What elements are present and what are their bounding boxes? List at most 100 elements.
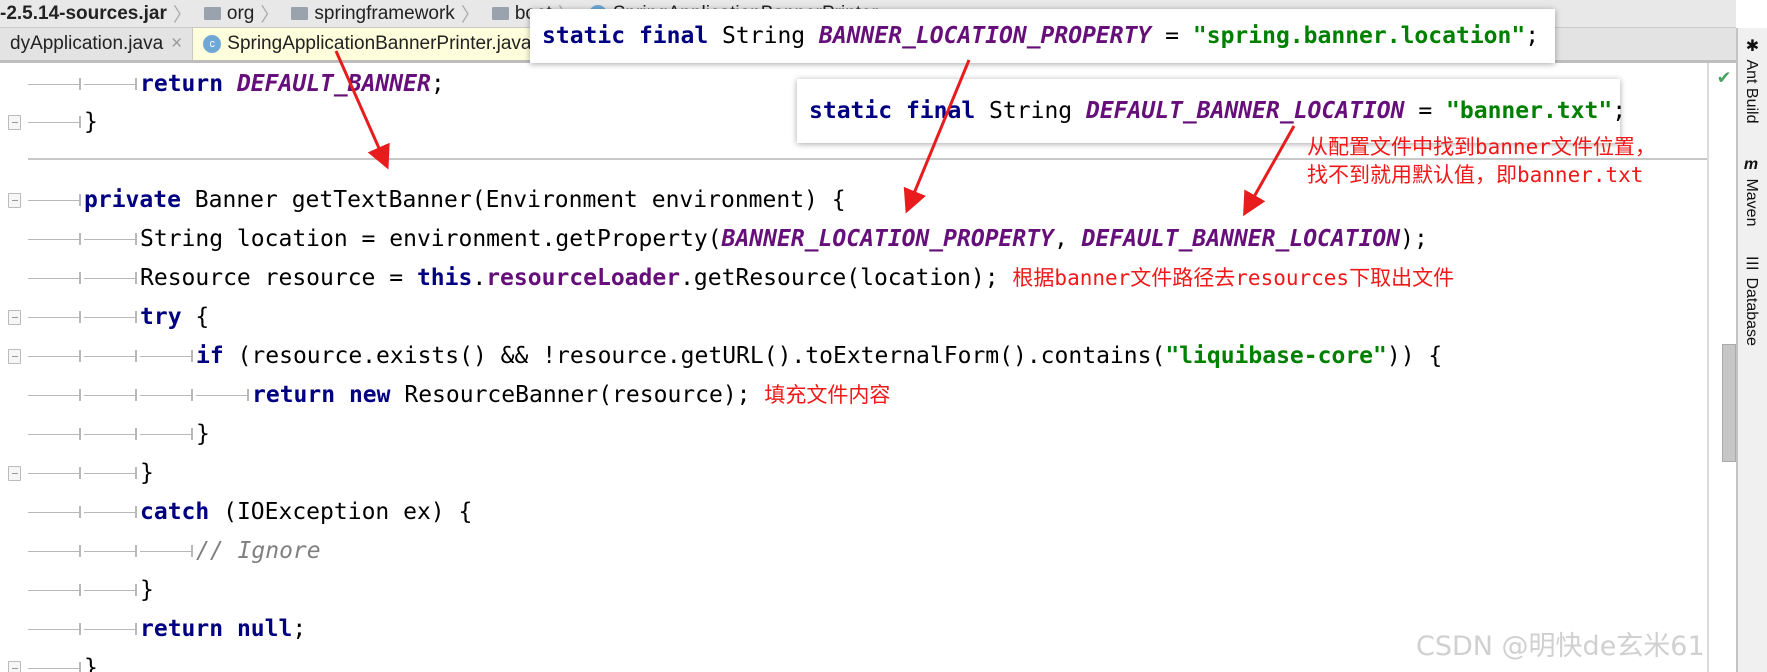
tab-indent-marker [28,415,84,454]
keyword: return [140,71,224,97]
constant: BANNER_LOCATION_PROPERTY [818,23,1152,49]
fold-icon[interactable] [8,349,21,364]
breadcrumb-item-org[interactable]: org 〉 [203,0,285,27]
tab-indent-marker [84,65,140,104]
tab-indent-marker [84,493,140,532]
breadcrumb-label: springframework [314,2,455,24]
keyword: this [416,265,473,291]
tab-indent-marker [84,610,140,649]
fold-icon[interactable] [8,310,21,325]
tool-ant-build[interactable]: ✱ Ant Build [1742,36,1761,124]
keyword: if [196,343,224,369]
code-token: ; [1612,98,1627,124]
folder-icon [491,7,509,20]
code-line[interactable]: private Banner getTextBanner(Environment… [0,181,846,220]
code-token: } [140,577,154,603]
inline-annotation: 填充文件内容 [764,383,891,407]
comment: // Ignore [196,538,321,564]
keyword: static [809,98,893,124]
code-token: ; [1525,23,1540,49]
tab-indent-marker [28,65,84,104]
tab-indent-marker [28,259,84,298]
code-token: String [975,98,1086,124]
gutter [0,649,28,672]
code-line[interactable]: // Ignore [0,532,321,571]
code-token: } [140,460,154,486]
gutter [0,65,28,104]
code-line[interactable]: } [0,103,98,142]
code-token: )) { [1386,343,1443,369]
close-icon[interactable]: × [171,33,182,55]
code-line[interactable]: String location = environment.getPropert… [0,220,1428,259]
gutter [0,493,28,532]
code-token: ; [430,71,445,97]
code-line[interactable]: } [0,415,210,454]
tab-indent-marker [84,220,140,259]
code-line[interactable]: return null; [0,610,306,649]
code-line[interactable]: return DEFAULT_BANNER; [0,65,445,104]
tab-indent-marker [84,259,140,298]
code-token: = [1404,98,1447,124]
gutter [0,103,28,142]
fold-icon[interactable] [8,115,21,130]
tab-indent-marker [28,493,84,532]
code-line[interactable]: if (resource.exists() && !resource.getUR… [0,337,1442,376]
tab-indent-marker [28,649,84,672]
tab-indent-marker [140,415,196,454]
fold-icon[interactable] [8,466,21,481]
keyword: null [236,616,293,642]
code-line[interactable]: catch (IOException ex) { [0,493,472,532]
code-token: ); [1400,226,1428,252]
tool-database[interactable]: ☰ Database [1742,254,1761,346]
tab-indent-marker [140,532,196,571]
right-margin-guide [1707,63,1709,672]
keyword: try [140,304,182,330]
code-line[interactable]: return new ResourceBanner(resource); 填充文… [0,376,890,415]
fold-icon[interactable] [8,661,21,672]
code-line[interactable]: } [0,454,154,493]
tab-indent-marker [140,337,196,376]
code-token: ; [292,616,307,642]
code-token: , [1053,226,1082,252]
tab-indent-marker [140,376,196,415]
tool-label: Maven [1743,178,1760,227]
keyword: return [252,382,336,408]
gutter [0,181,28,220]
code-token: } [84,109,98,135]
code-line[interactable]: try { [0,298,209,337]
tab-indent-marker [28,571,84,610]
keyword: static [542,23,626,49]
vertical-scrollbar[interactable] [1722,344,1736,462]
gutter [0,415,28,454]
code-token: (resource.exists() && !resource.getURL()… [223,343,1166,369]
keyword: new [348,382,391,408]
code-line[interactable]: } [0,571,154,610]
checkmark-icon: ✔ [1718,64,1731,88]
tab-indent-marker [28,610,84,649]
code-token: } [196,421,210,447]
keyword: return [140,616,224,642]
tab-indent-marker [28,220,84,259]
right-tool-strip: ✱ Ant Build m Maven ☰ Database [1736,28,1767,672]
tab-indent-marker [84,571,140,610]
tab-indent-marker [28,103,84,142]
constant: DEFAULT_BANNER [236,71,431,97]
breadcrumb-item-jar[interactable]: -2.5.14-sources.jar 〉 [0,0,198,27]
string-literal: "spring.banner.location" [1192,23,1526,49]
tab-banner-printer[interactable]: c SpringApplicationBannerPrinter.java [193,28,543,60]
fold-icon[interactable] [8,193,21,208]
code-line[interactable]: } [0,649,98,672]
breadcrumb-item-springframework[interactable]: springframework 〉 [291,0,485,27]
keyword: private [84,187,181,213]
folder-icon [291,7,309,20]
tab-application[interactable]: dyApplication.java × [0,28,194,60]
tool-maven[interactable]: m Maven [1742,156,1760,226]
tab-indent-marker [28,337,84,376]
inline-annotation: 根据banner文件路径去resources下取出文件 [1012,266,1455,290]
code-line[interactable]: Resource resource = this.resourceLoader.… [0,259,1454,298]
tab-indent-marker [84,415,140,454]
gutter [0,376,28,415]
